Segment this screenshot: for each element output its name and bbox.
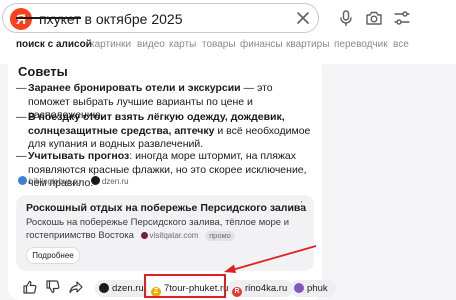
source-links: bibliоglobus.ru dzen.ru [18, 176, 137, 188]
tab-images[interactable]: картинки [90, 38, 131, 52]
highlight-box [144, 274, 226, 298]
tab-apartments[interactable]: квартиры [286, 38, 329, 52]
filter-icon[interactable] [393, 9, 411, 27]
promo-title[interactable]: Роскошный отдых на побережье Персидского… [26, 202, 306, 214]
dzen-icon [99, 282, 109, 293]
tip-item: В поездку стоит взять лёгкую одежду, дож… [16, 111, 313, 152]
card-title: Советы [18, 64, 68, 79]
active-tab-indicator [16, 17, 81, 19]
globe-icon [18, 176, 27, 185]
promo-domain[interactable]: visitqatar.com [140, 230, 198, 243]
search-input[interactable]: пхукет в октябре 2025 [39, 11, 183, 27]
source-chip[interactable]: dzen.ru [95, 280, 150, 297]
tip-bold: Заранее бронировать отели и экскурсии [28, 82, 241, 94]
source-chip[interactable]: Rrino4ka.ru [228, 280, 294, 297]
source-chip[interactable]: phuk [290, 280, 336, 297]
more-options-icon[interactable]: ⋮ [296, 199, 307, 212]
promo-badge: промо [205, 230, 235, 241]
tip-bold: Учитывать прогноз [28, 150, 130, 162]
tab-video[interactable]: видео [137, 38, 165, 52]
thumbs-up-icon[interactable] [22, 279, 38, 295]
dzen-icon [90, 176, 100, 185]
tab-translator[interactable]: переводчик [334, 38, 388, 52]
alice-answer-card: Советы Заранее бронировать отели и экску… [8, 55, 322, 300]
tab-alice-search[interactable]: поиск с алисой [16, 38, 92, 52]
tab-finance[interactable]: финансы [240, 38, 283, 52]
source-link[interactable]: bibliоglobus.ru [18, 176, 81, 186]
tab-maps[interactable]: карты [169, 38, 196, 52]
yandex-logo[interactable]: Я [10, 8, 32, 30]
tab-goods[interactable]: товары [202, 38, 236, 52]
microphone-icon[interactable] [337, 9, 355, 27]
clear-icon[interactable] [295, 10, 311, 26]
site-icon: R [232, 286, 242, 297]
camera-icon[interactable] [365, 9, 383, 27]
promo-text: Роскошь на побережье Персидского залива,… [26, 217, 290, 243]
promo-card[interactable]: Роскошный отдых на побережье Персидского… [16, 195, 314, 271]
source-link[interactable]: dzen.ru [90, 176, 129, 186]
search-tabs: поиск с алисой картинки видео карты това… [0, 38, 456, 56]
site-icon [294, 282, 304, 293]
share-icon[interactable] [68, 279, 84, 295]
more-button[interactable]: Подробнее [26, 247, 80, 264]
tab-all[interactable]: все [393, 38, 409, 52]
site-icon [140, 231, 148, 239]
thumbs-down-icon[interactable] [45, 279, 61, 295]
